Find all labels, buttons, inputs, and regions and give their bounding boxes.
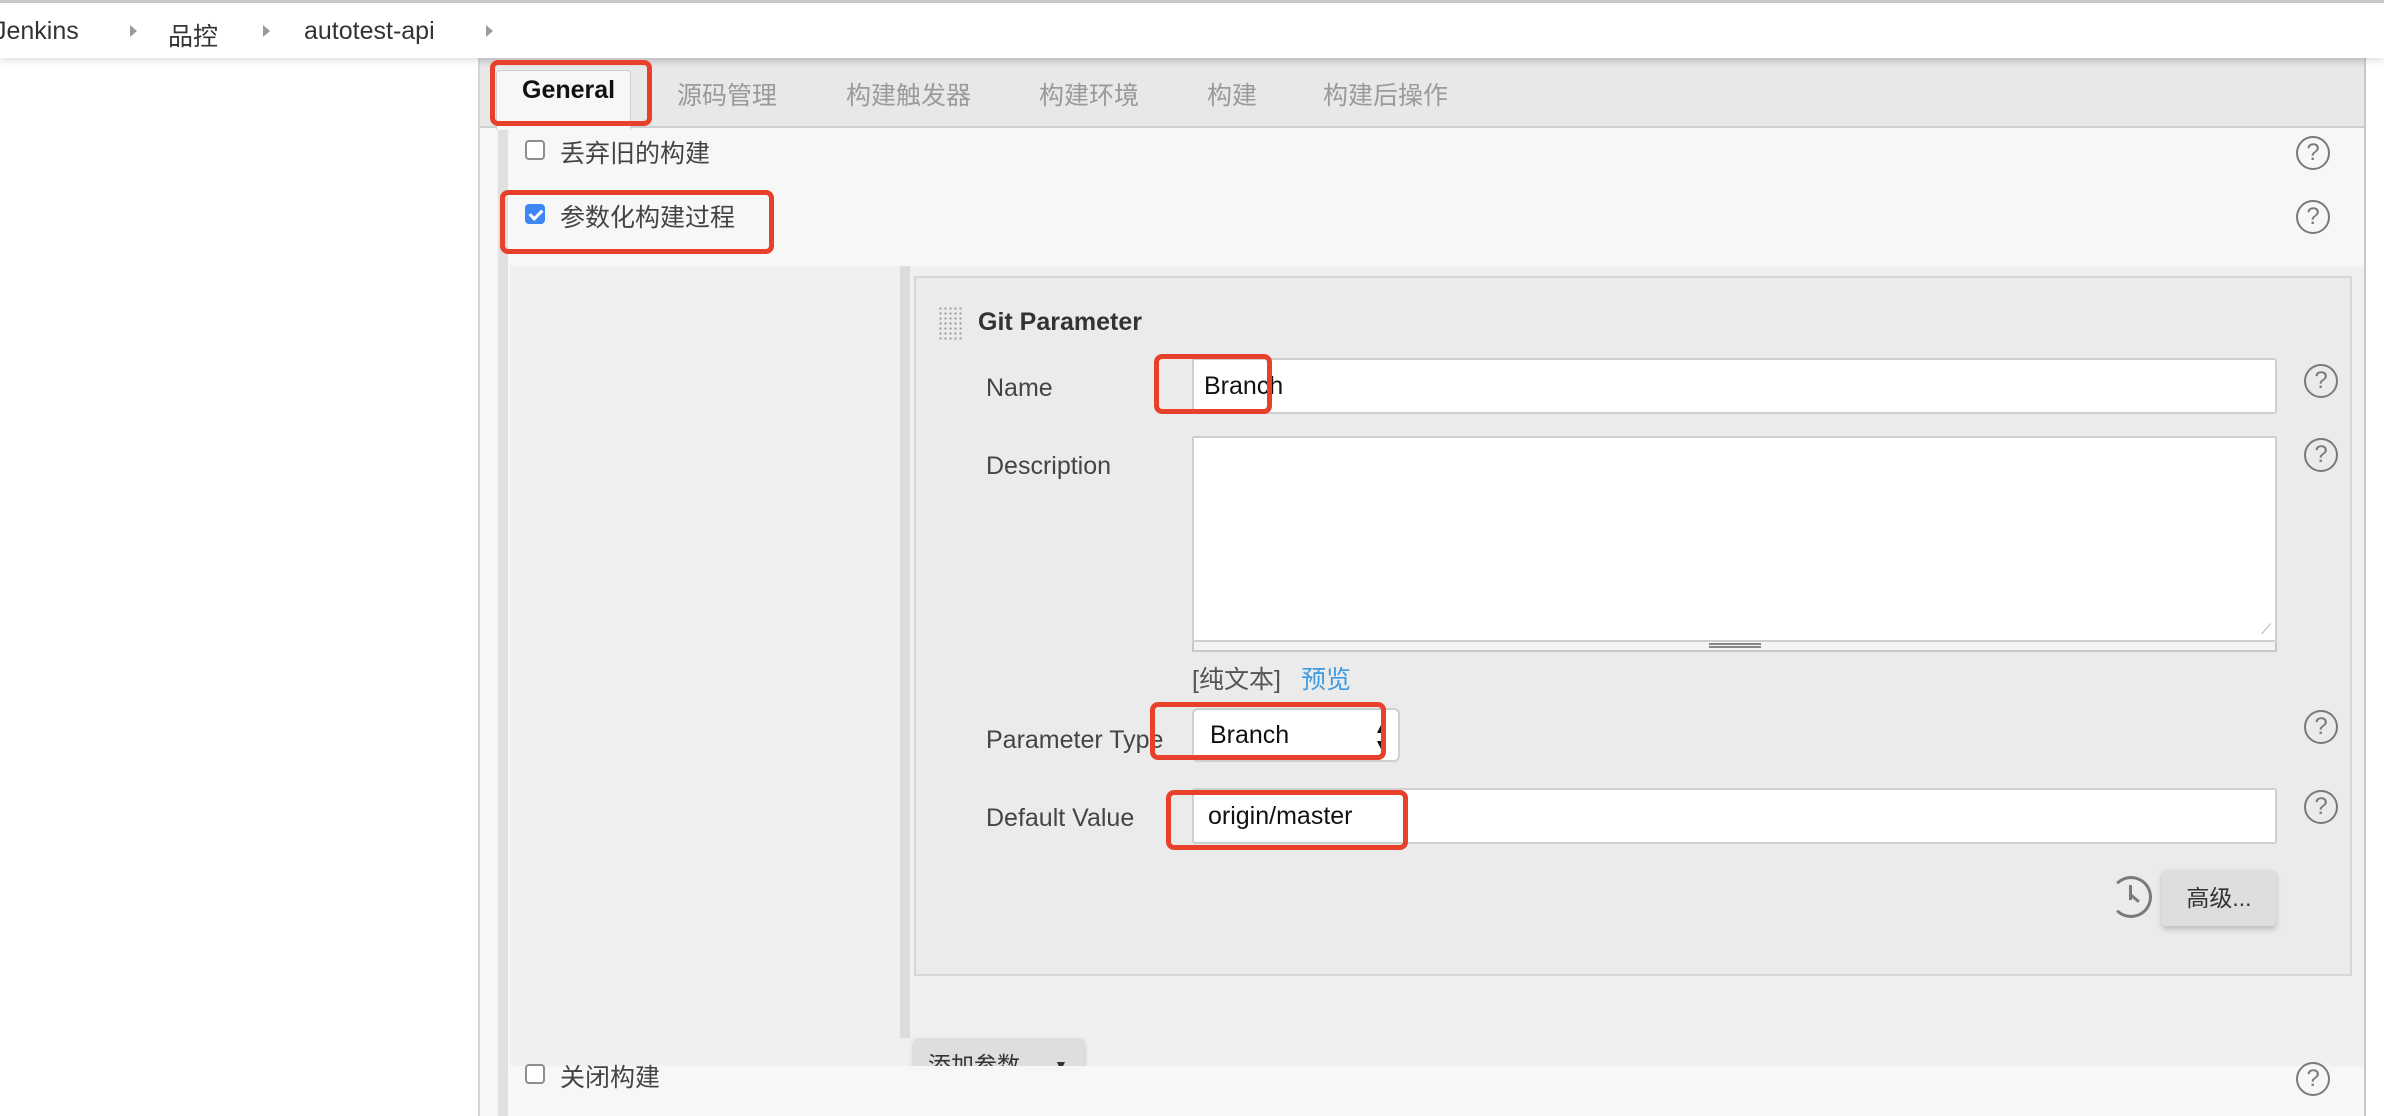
- breadcrumb: Jenkins 品控 autotest-api: [0, 0, 2384, 58]
- parameters-section: X ? Git Parameter Name Branch ? Descript…: [510, 266, 2364, 1092]
- tab-scm[interactable]: 源码管理: [677, 76, 777, 112]
- tab-build-environment[interactable]: 构建环境: [1039, 76, 1139, 112]
- help-icon[interactable]: ?: [2296, 200, 2330, 234]
- help-icon[interactable]: ?: [2304, 364, 2338, 398]
- breadcrumb-folder[interactable]: 品控: [168, 17, 218, 53]
- help-icon[interactable]: ?: [2304, 710, 2338, 744]
- parameters-stripe: [900, 266, 910, 1038]
- breadcrumb-job[interactable]: autotest-api: [304, 17, 435, 46]
- git-parameter-title: Git Parameter: [978, 308, 1142, 336]
- breadcrumb-separator-icon[interactable]: [263, 25, 270, 37]
- description-textarea[interactable]: ⟋: [1192, 436, 2277, 642]
- parameter-type-label: Parameter Type: [986, 726, 1164, 754]
- plain-text-label: [纯文本]: [1192, 666, 1281, 694]
- parameterized-build-checkbox[interactable]: [525, 204, 545, 224]
- parameterized-build-label: 参数化构建过程: [560, 204, 736, 232]
- discard-old-builds-label: 丢弃旧的构建: [560, 140, 711, 168]
- breadcrumb-separator-icon[interactable]: [486, 25, 493, 37]
- disable-build-checkbox[interactable]: [525, 1064, 545, 1084]
- config-tab-bar: General 源码管理 构建触发器 构建环境 构建 构建后操作: [480, 58, 2364, 130]
- help-icon[interactable]: ?: [2296, 136, 2330, 170]
- disable-build-row: [510, 1066, 2364, 1116]
- tab-general[interactable]: General: [522, 76, 615, 105]
- tab-build[interactable]: 构建: [1207, 76, 1257, 112]
- resize-bars-icon: [1709, 643, 1761, 648]
- drag-handle-icon[interactable]: [938, 306, 962, 340]
- breadcrumb-jenkins[interactable]: Jenkins: [0, 17, 79, 46]
- advanced-button[interactable]: 高级...: [2162, 870, 2276, 926]
- tab-post-build[interactable]: 构建后操作: [1323, 76, 1448, 112]
- help-icon[interactable]: ?: [2304, 790, 2338, 824]
- parameter-type-select[interactable]: Branch ▲ ▼: [1192, 708, 1400, 762]
- git-parameter-block: X ? Git Parameter Name Branch ? Descript…: [914, 276, 2352, 976]
- resize-grip-icon[interactable]: ⟋: [2261, 621, 2271, 638]
- description-label: Description: [986, 452, 1112, 480]
- default-value-label: Default Value: [986, 804, 1135, 832]
- disable-build-label: 关闭构建: [560, 1064, 661, 1092]
- job-config-panel: General 源码管理 构建触发器 构建环境 构建 构建后操作 丢弃旧的构建 …: [478, 58, 2366, 1116]
- preview-link[interactable]: 预览: [1301, 660, 1351, 696]
- default-value-input[interactable]: origin/master: [1192, 788, 2277, 844]
- section-stripe: [498, 130, 508, 1116]
- help-icon[interactable]: ?: [2304, 438, 2338, 472]
- discard-old-builds-checkbox[interactable]: [525, 140, 545, 160]
- history-icon[interactable]: [2110, 876, 2152, 918]
- breadcrumb-separator-icon[interactable]: [130, 25, 137, 37]
- help-icon[interactable]: ?: [2296, 1062, 2330, 1096]
- textarea-resize-handle[interactable]: [1192, 642, 2277, 652]
- name-input[interactable]: Branch: [1192, 358, 2277, 414]
- select-arrows-icon: ▲ ▼: [1374, 720, 1388, 752]
- name-label: Name: [986, 374, 1053, 402]
- tab-triggers[interactable]: 构建触发器: [846, 76, 971, 112]
